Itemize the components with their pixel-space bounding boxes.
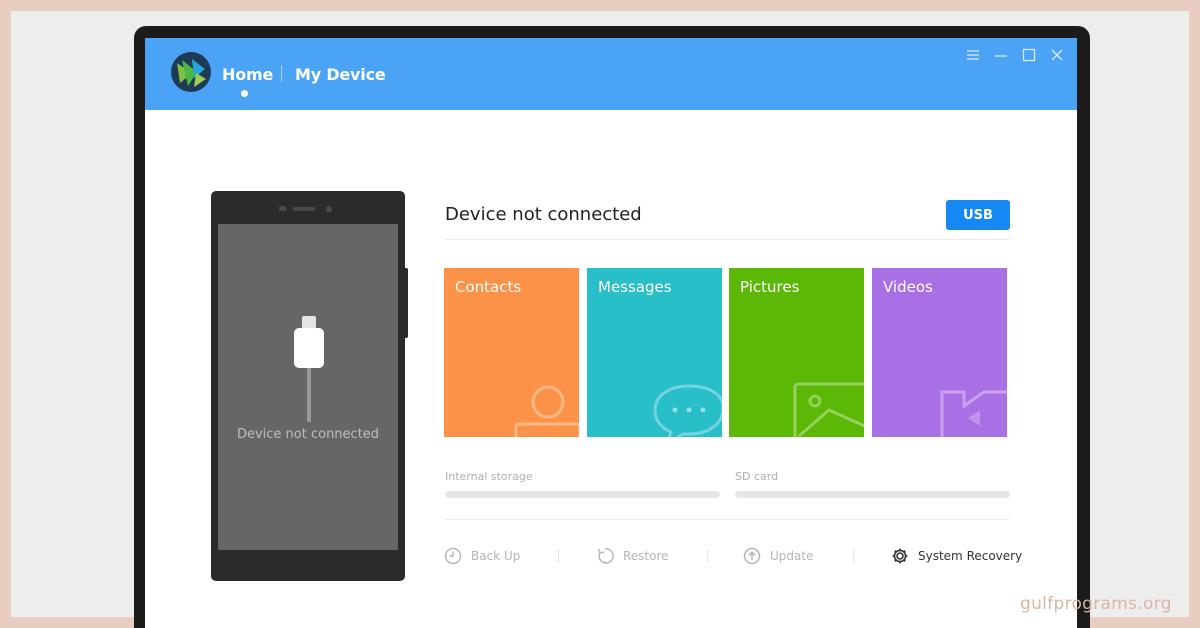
tile-label: Pictures <box>740 278 800 296</box>
internal-storage-label: Internal storage <box>445 470 533 483</box>
phone-speaker <box>293 207 315 211</box>
update-icon <box>743 547 761 565</box>
internal-storage-bar <box>445 491 720 498</box>
divider <box>445 519 1010 520</box>
close-icon[interactable] <box>1048 46 1066 64</box>
backup-icon <box>444 547 462 565</box>
app-window: Home My Device Device not connected Devi… <box>145 38 1077 628</box>
tile-pictures[interactable]: Pictures <box>729 268 864 437</box>
maximize-icon[interactable] <box>1020 46 1038 64</box>
system-recovery-button[interactable]: System Recovery <box>890 545 1022 567</box>
usb-cable-icon <box>294 316 324 422</box>
connection-status-title: Device not connected <box>445 204 642 225</box>
action-divider <box>853 549 854 563</box>
usb-connect-button[interactable]: USB <box>946 200 1010 230</box>
phone-illustration: Device not connected <box>211 191 405 581</box>
action-divider <box>558 549 559 563</box>
gear-icon <box>892 548 908 564</box>
nav-tab-my-device[interactable]: My Device <box>295 65 386 84</box>
phone-side-button <box>405 268 408 338</box>
watermark-text: gulfprograms.org <box>1020 594 1172 614</box>
restore-button[interactable]: Restore <box>595 545 669 567</box>
action-label: System Recovery <box>918 549 1023 563</box>
divider <box>445 239 1010 240</box>
nav-tab-home[interactable]: Home <box>222 65 273 84</box>
phone-screen: Device not connected <box>218 224 398 550</box>
hisuite-logo-icon <box>171 52 211 92</box>
phone-sensor <box>279 206 286 211</box>
tile-videos[interactable]: Videos <box>872 268 1007 437</box>
action-divider <box>707 549 708 563</box>
backup-button[interactable]: Back Up <box>443 545 520 567</box>
app-header: Home My Device <box>145 38 1077 110</box>
nav-divider <box>281 66 282 82</box>
minimize-icon[interactable] <box>992 46 1010 64</box>
tile-contacts[interactable]: Contacts <box>444 268 579 437</box>
action-label: Restore <box>623 549 669 563</box>
tile-label: Videos <box>883 278 933 296</box>
menu-icon[interactable] <box>964 46 982 64</box>
tile-label: Contacts <box>455 278 522 296</box>
restore-icon <box>598 548 614 564</box>
active-tab-indicator <box>241 90 248 97</box>
sd-card-label: SD card <box>735 470 779 483</box>
phone-camera <box>326 206 332 212</box>
tile-label: Messages <box>598 278 672 296</box>
tile-messages[interactable]: Messages <box>587 268 722 437</box>
action-label: Update <box>770 549 814 563</box>
action-label: Back Up <box>471 549 521 563</box>
phone-status-text: Device not connected <box>236 427 380 442</box>
update-button[interactable]: Update <box>742 545 813 567</box>
sd-card-bar <box>735 491 1010 498</box>
